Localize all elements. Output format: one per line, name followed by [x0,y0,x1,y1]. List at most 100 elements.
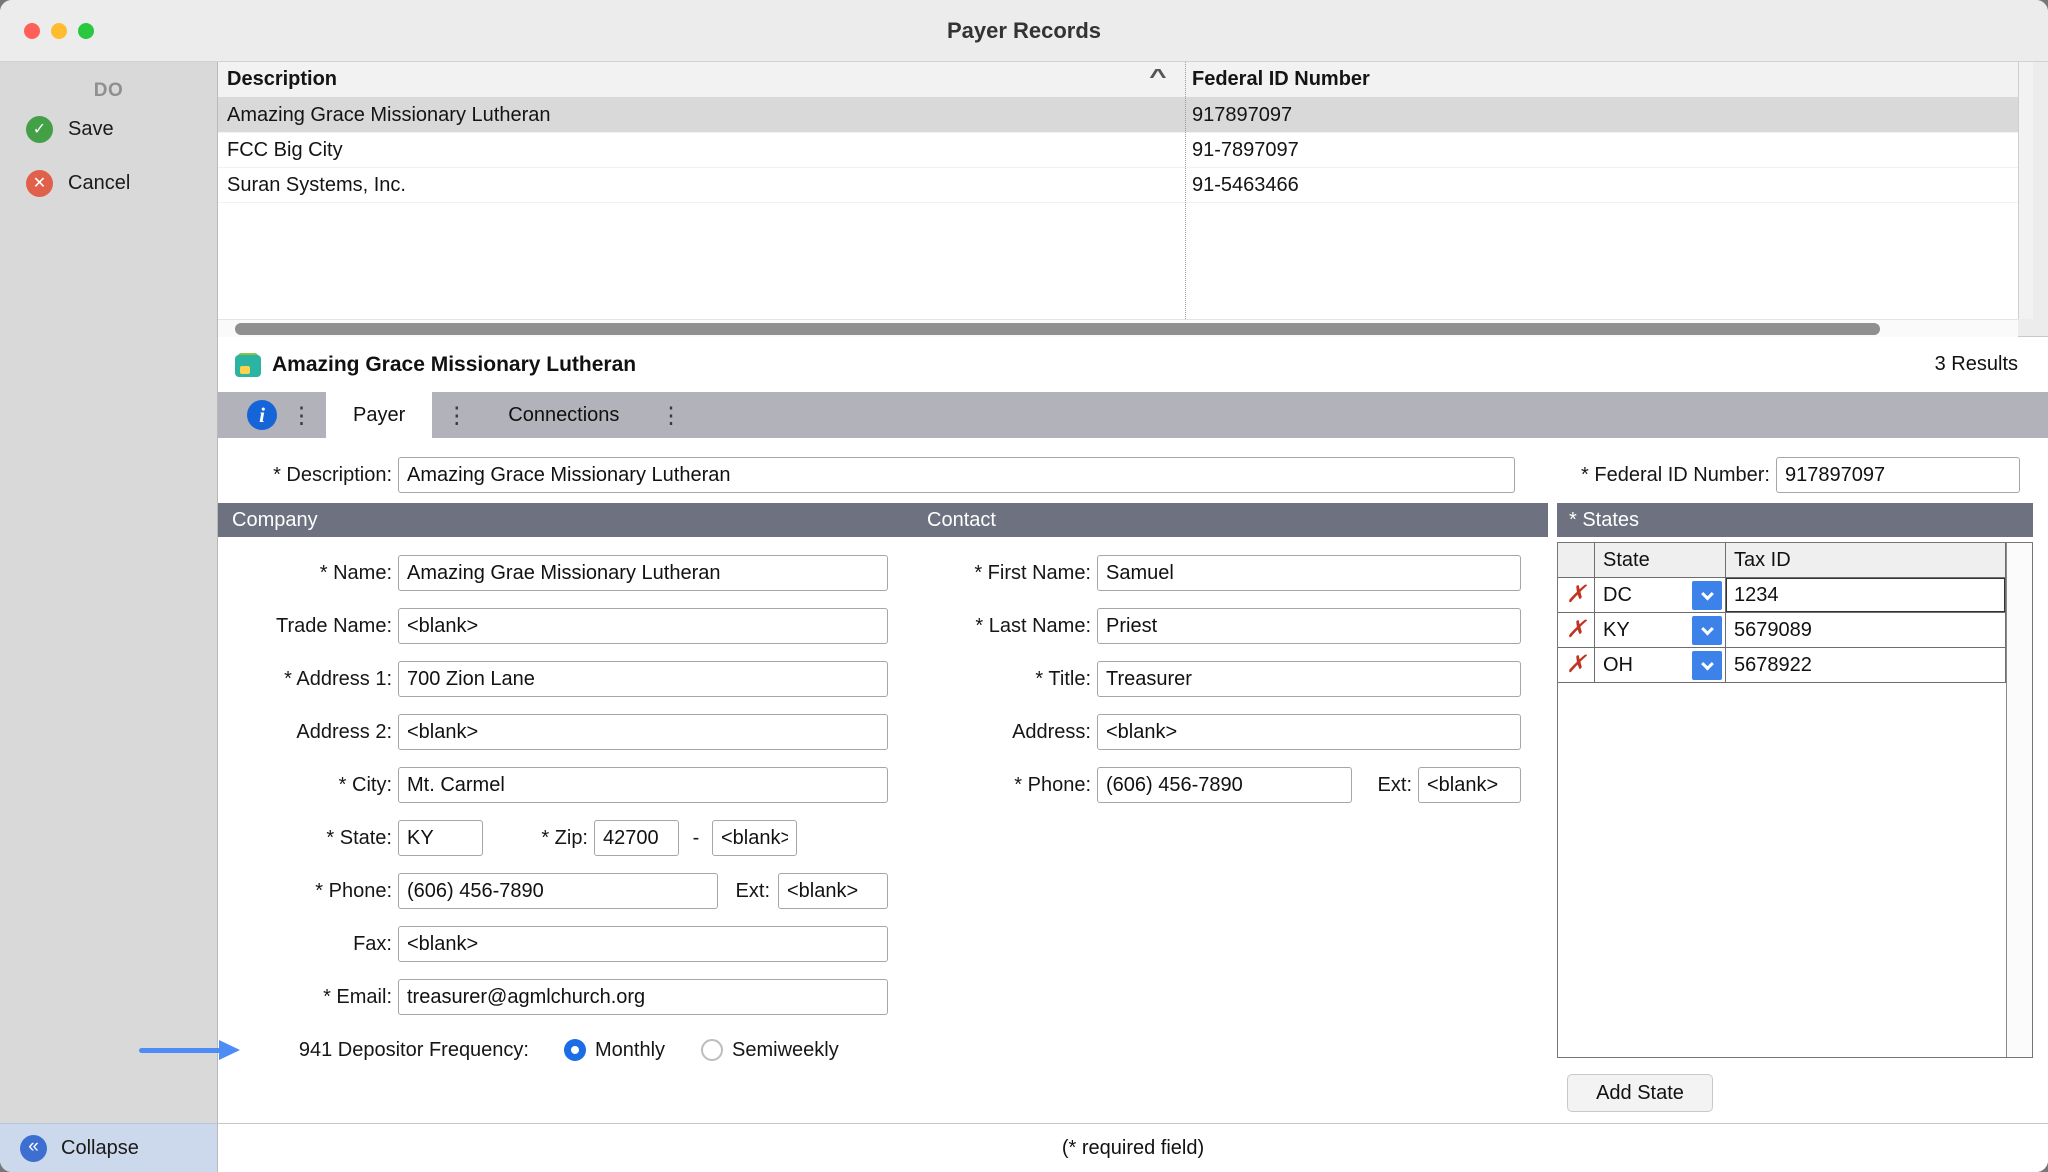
horizontal-scrollbar[interactable] [218,319,2018,337]
state-row: ✗ DC 1234 [1558,578,2032,613]
traffic-lights [24,0,94,61]
state-dropdown-button[interactable] [1692,581,1722,610]
payer-records-window: Payer Records DO ✓ Save ✕ Cancel « Colla… [0,0,2048,1172]
state-cell[interactable]: DC [1595,578,1726,613]
horizontal-scrollbar-thumb[interactable] [235,323,1880,335]
delete-state-icon[interactable]: ✗ [1566,583,1586,607]
contact-section-header: Contact [927,509,996,532]
state-value: DC [1603,584,1632,607]
taxid-cell[interactable]: 5678922 [1726,648,2006,683]
delete-state-icon[interactable]: ✗ [1566,653,1586,677]
email-label: * Email: [218,979,392,1015]
cancel-x-icon: ✕ [26,170,53,197]
delete-state-icon[interactable]: ✗ [1566,618,1586,642]
contact-address-input[interactable] [1097,714,1521,750]
sort-ascending-icon: ^ [1149,66,1167,89]
minimize-window-button[interactable] [51,23,67,39]
save-check-icon: ✓ [26,116,53,143]
radio-semiweekly-label: Semiweekly [732,1032,839,1068]
radio-semiweekly[interactable] [701,1039,723,1061]
state-cell[interactable]: KY [1595,613,1726,648]
tab-connections[interactable]: Connections [481,392,646,438]
company-phone-input[interactable] [398,873,718,909]
list-filler [2033,62,2048,336]
company-phone-label: * Phone: [218,873,392,909]
main-panel: Description Federal ID Number ^ Amazing … [218,62,2048,1172]
record-header: Amazing Grace Missionary Lutheran 3 Resu… [218,337,2048,392]
last-name-input[interactable] [1097,608,1521,644]
payer-description-cell: Amazing Grace Missionary Lutheran [218,104,1185,127]
payer-description-cell: FCC Big City [218,139,1185,162]
description-label: * Description: [218,457,392,493]
last-name-label: * Last Name: [918,608,1091,644]
cancel-label: Cancel [68,172,130,195]
payer-federal-id-cell: 91-5463466 [1185,174,1299,197]
state-dropdown-button[interactable] [1692,616,1722,645]
zip-input[interactable] [594,820,679,856]
first-name-input[interactable] [1097,555,1521,591]
payer-federal-id-cell: 917897097 [1185,104,1292,127]
state-value: KY [1603,619,1630,642]
results-count: 3 Results [1935,353,2018,376]
fax-input[interactable] [398,926,888,962]
company-contact-section-bar: Company Contact [218,503,1548,537]
required-field-note: (* required field) [218,1123,2048,1172]
cancel-button[interactable]: ✕ Cancel [0,156,217,210]
chevron-down-icon [1701,622,1714,635]
column-header-description[interactable]: Description [218,68,1185,91]
collapse-button[interactable]: « Collapse [0,1123,217,1172]
payer-row-selected[interactable]: Amazing Grace Missionary Lutheran 917897… [218,98,2018,133]
contact-phone-input[interactable] [1097,767,1352,803]
federal-id-input[interactable] [1776,457,2020,493]
taxid-cell[interactable]: 5679089 [1726,613,2006,648]
title-input[interactable] [1097,661,1521,697]
state-row: ✗ OH 5678922 [1558,648,2032,683]
close-window-button[interactable] [24,23,40,39]
taxid-cell[interactable]: 1234 [1726,578,2006,613]
company-section-header: Company [232,509,318,532]
zoom-window-button[interactable] [78,23,94,39]
double-chevron-left-icon: « [20,1135,47,1162]
states-section-header: * States [1569,509,1639,532]
column-separator [1185,62,1186,319]
chevron-down-icon [1701,657,1714,670]
state-cell[interactable]: OH [1595,648,1726,683]
payer-description-cell: Suran Systems, Inc. [218,174,1185,197]
tab-separator-dots-icon: ⋮ [290,402,313,429]
payer-federal-id-cell: 91-7897097 [1185,139,1299,162]
sidebar: DO ✓ Save ✕ Cancel « Collapse [0,62,218,1172]
description-input[interactable] [398,457,1515,493]
vertical-scrollbar[interactable] [2018,62,2033,319]
payer-row[interactable]: Suran Systems, Inc. 91-5463466 [218,168,2018,203]
save-button[interactable]: ✓ Save [0,102,217,156]
column-header-federal-id[interactable]: Federal ID Number [1185,68,1370,91]
company-ext-input[interactable] [778,873,888,909]
contact-address-label: Address: [918,714,1091,750]
contact-ext-label: Ext: [1352,767,1412,803]
title-label: * Title: [918,661,1091,697]
state-label: * State: [218,820,392,856]
sidebar-section-header: DO [0,80,217,102]
radio-monthly-label: Monthly [595,1032,665,1068]
record-title: Amazing Grace Missionary Lutheran [272,353,636,377]
payer-list-section: Description Federal ID Number ^ Amazing … [218,62,2048,337]
depositor-frequency-label: 941 Depositor Frequency: [218,1032,529,1068]
zip-plus4-input[interactable] [712,820,797,856]
state-dropdown-button[interactable] [1692,651,1722,680]
states-section-bar: * States [1557,503,2033,537]
states-state-column-header: State [1595,543,1726,578]
tab-payer[interactable]: Payer [326,392,432,438]
zip-dash: - [684,820,708,856]
info-icon[interactable]: i [247,400,277,430]
contact-phone-label: * Phone: [918,767,1091,803]
contact-ext-input[interactable] [1418,767,1521,803]
state-input[interactable] [398,820,483,856]
states-table-header: State Tax ID [1558,543,2032,578]
add-state-button[interactable]: Add State [1567,1074,1713,1112]
payer-table-body: Amazing Grace Missionary Lutheran 917897… [218,98,2018,319]
email-input[interactable] [398,979,888,1015]
radio-monthly[interactable] [564,1039,586,1061]
fax-label: Fax: [218,926,392,962]
payer-row[interactable]: FCC Big City 91-7897097 [218,133,2018,168]
states-scrollbar[interactable] [2006,543,2032,1057]
